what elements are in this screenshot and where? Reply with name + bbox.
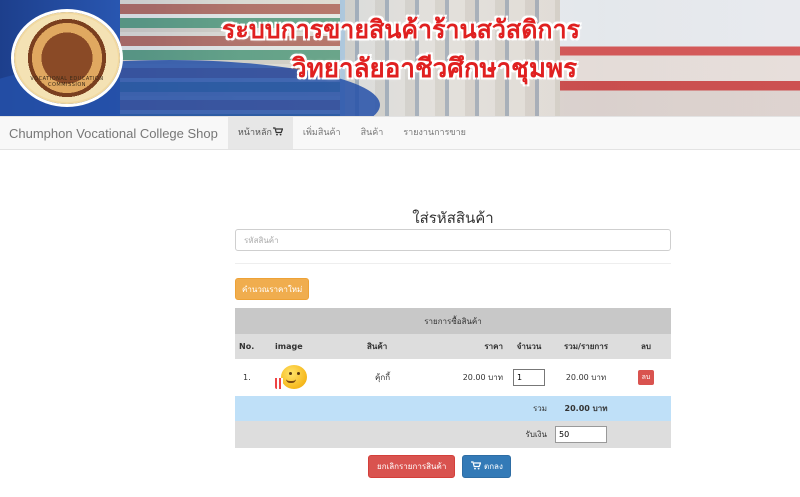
delete-item-button[interactable]: ลบ (637, 370, 655, 385)
college-emblem-icon: VOCATIONAL EDUCATION COMMISSION (14, 12, 120, 104)
payment-input-cell (551, 421, 671, 448)
cart-icon (471, 461, 482, 470)
payment-amount-input[interactable] (555, 426, 607, 443)
navbar: Chumphon Vocational College Shop หน้าหลั… (0, 116, 800, 150)
row-subtotal: 20.00 บาท (551, 359, 621, 396)
table-row: 1. คุ้กกี้ 20.00 บาท 20.00 บาท ลบ (235, 359, 671, 396)
product-image-cup (275, 377, 283, 389)
total-value: 20.00 บาท (551, 396, 621, 421)
logo-ring-text: VOCATIONAL EDUCATION COMMISSION (30, 76, 104, 88)
recalculate-button[interactable]: คำนวณราคาใหม่ (235, 278, 310, 300)
cancel-order-button[interactable]: ยกเลิกรายการสินค้า (368, 455, 456, 478)
cart-table: รายการซื้อสินค้า No. image สินค้า ราคา จ… (235, 308, 671, 448)
product-image-eye (297, 371, 300, 375)
cart-icon (272, 127, 284, 136)
page-title: ใส่รหัสสินค้า (412, 209, 494, 227)
banner-title-line2: วิทยาลัยอาชีวศึกษาชุมพร (292, 54, 578, 84)
col-header-subtotal: รวม/รายการ (551, 334, 621, 359)
col-header-qty: จำนวน (507, 334, 551, 359)
header-banner: VOCATIONAL EDUCATION COMMISSION ระบบการข… (0, 0, 800, 116)
product-code-input[interactable] (235, 229, 671, 251)
cart-caption-row: รายการซื้อสินค้า (235, 308, 671, 334)
payment-row: รับเงิน (235, 421, 671, 448)
cookie-product-image (275, 364, 311, 391)
row-product-name: คุ้กกี้ (351, 359, 417, 396)
row-image-cell (271, 359, 351, 396)
col-header-image: image (271, 334, 351, 359)
nav-item-home[interactable]: หน้าหลัก (227, 117, 293, 149)
nav-item-products[interactable]: สินค้า (351, 117, 394, 149)
row-no: 1. (235, 359, 271, 396)
confirm-button-label: ตกลง (484, 462, 503, 471)
payment-label: รับเงิน (507, 421, 551, 448)
col-header-product: สินค้า (351, 334, 417, 359)
total-row: รวม 20.00 บาท (235, 396, 671, 421)
banner-title-line1: ระบบการขายสินค้าร้านสวัสดิการ (222, 15, 581, 44)
col-header-no: No. (235, 334, 271, 359)
col-header-delete: ลบ (621, 334, 671, 359)
total-label: รวม (507, 396, 551, 421)
divider (235, 263, 671, 264)
nav-item-sales-report[interactable]: รายงานการขาย (393, 117, 476, 149)
product-image-eye (289, 371, 292, 375)
cart-caption: รายการซื้อสินค้า (235, 308, 671, 334)
row-price: 20.00 บาท (417, 359, 507, 396)
product-image-mouth (286, 379, 296, 383)
quantity-input[interactable] (513, 369, 545, 386)
nav-item-home-label: หน้าหลัก (237, 128, 272, 138)
row-delete-cell: ลบ (621, 359, 671, 396)
product-image-face (281, 364, 307, 389)
row-qty-cell (507, 359, 551, 396)
confirm-button[interactable]: ตกลง (462, 455, 511, 478)
navbar-brand[interactable]: Chumphon Vocational College Shop (0, 117, 228, 149)
col-header-price: ราคา (417, 334, 507, 359)
table-header-row: No. image สินค้า ราคา จำนวน รวม/รายการ ล… (235, 334, 671, 359)
nav-item-add-product[interactable]: เพิ่มสินค้า (293, 117, 351, 149)
